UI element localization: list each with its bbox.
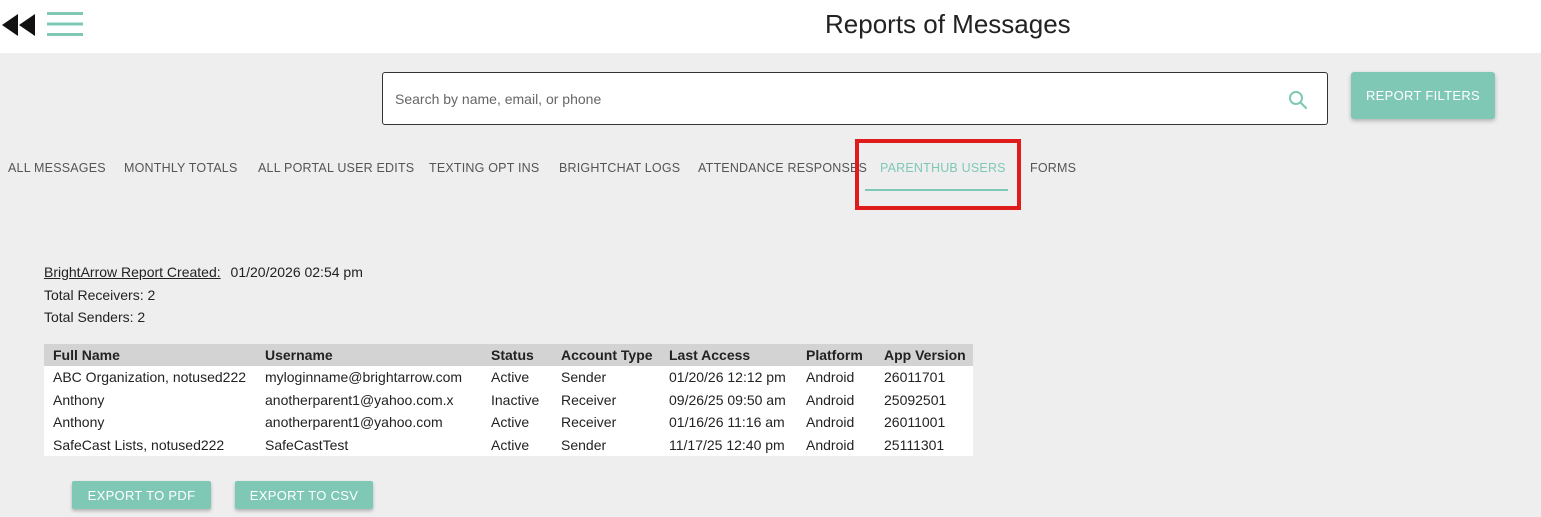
tab-all-portal-user-edits[interactable]: ALL PORTAL USER EDITS [258, 161, 414, 175]
table-cell: 26011001 [884, 414, 946, 431]
table-cell: Active [491, 414, 530, 431]
table-cell: Active [491, 369, 530, 386]
table-cell: Sender [561, 436, 607, 453]
table-cell: Receiver [561, 391, 617, 408]
table-cell: 26011701 [884, 369, 946, 386]
table-cell: Inactive [491, 391, 540, 408]
hamburger-menu-icon[interactable] [47, 11, 83, 37]
column-header[interactable]: Status [482, 344, 552, 366]
column-header[interactable]: Full Name [44, 344, 256, 366]
table-cell: 25111301 [884, 436, 945, 453]
table-cell: Android [806, 369, 855, 386]
top-bar: Reports of Messages [0, 0, 1541, 53]
report-tabs: ALL MESSAGES MONTHLY TOTALS ALL PORTAL U… [0, 150, 1541, 210]
table-row: ABC Organization, notused222 myloginname… [44, 366, 973, 389]
report-created-link[interactable]: BrightArrow Report Created: [44, 264, 221, 280]
report-filters-button[interactable]: REPORT FILTERS [1351, 72, 1495, 119]
total-senders: Total Senders: 2 [44, 309, 146, 325]
users-table: Full Name Username Status Account Type L… [44, 344, 973, 456]
table-cell: ABC Organization, notused222 [53, 369, 247, 386]
report-created-value: 01/20/2026 02:54 pm [230, 264, 363, 280]
tab-forms[interactable]: FORMS [1030, 161, 1076, 175]
search-input[interactable] [395, 85, 1275, 113]
table-cell: Anthony [53, 391, 105, 408]
tab-texting-opt-ins[interactable]: TEXTING OPT INS [429, 161, 539, 175]
table-cell: Sender [561, 369, 607, 386]
table-cell: 01/16/26 11:16 am [669, 414, 785, 431]
table-cell: SafeCast Lists, notused222 [53, 436, 225, 453]
export-csv-button[interactable]: EXPORT TO CSV [235, 481, 373, 509]
search-icon[interactable] [1288, 90, 1308, 110]
table-cell: Receiver [561, 414, 617, 431]
report-summary: BrightArrow Report Created: 01/20/2026 0… [44, 263, 363, 331]
table-row: SafeCast Lists, notused222 SafeCastTest … [44, 434, 973, 457]
table-cell: Active [491, 436, 530, 453]
tab-attendance-responses[interactable]: ATTENDANCE RESPONSES [698, 161, 867, 175]
column-header[interactable]: Username [256, 344, 482, 366]
total-receivers: Total Receivers: 2 [44, 286, 156, 303]
double-arrow-left-icon[interactable] [2, 13, 38, 37]
tab-monthly-totals[interactable]: MONTHLY TOTALS [124, 161, 237, 175]
export-pdf-button[interactable]: EXPORT TO PDF [72, 481, 211, 509]
table-cell: 11/17/25 12:40 pm [669, 436, 785, 453]
table-cell: 25092501 [884, 391, 947, 408]
table-row: Anthony anotherparent1@yahoo.com.x Inact… [44, 389, 973, 412]
tab-brightchat-logs[interactable]: BRIGHTCHAT LOGS [559, 161, 680, 175]
table-header-row: Full Name Username Status Account Type L… [44, 344, 973, 366]
column-header[interactable]: App Version [875, 344, 973, 366]
column-header[interactable]: Account Type [552, 344, 660, 366]
table-cell: myloginname@brightarrow.com [265, 369, 463, 386]
table-cell: 09/26/25 09:50 am [669, 391, 786, 408]
table-cell: Anthony [53, 414, 105, 431]
page-title: Reports of Messages [825, 9, 1071, 39]
search-box [382, 72, 1328, 125]
table-cell: anotherparent1@yahoo.com.x [265, 391, 454, 408]
column-header[interactable]: Last Access [660, 344, 797, 366]
table-row: Anthony anotherparent1@yahoo.com Active … [44, 411, 973, 434]
highlight-box [855, 139, 1021, 210]
table-cell: SafeCastTest [265, 436, 349, 453]
table-cell: Android [806, 436, 855, 453]
table-cell: Android [806, 391, 855, 408]
table-cell: anotherparent1@yahoo.com [265, 414, 443, 431]
tab-all-messages[interactable]: ALL MESSAGES [8, 161, 106, 175]
column-header[interactable]: Platform [797, 344, 875, 366]
table-cell: Android [806, 414, 855, 431]
table-cell: 01/20/26 12:12 pm [669, 369, 786, 386]
